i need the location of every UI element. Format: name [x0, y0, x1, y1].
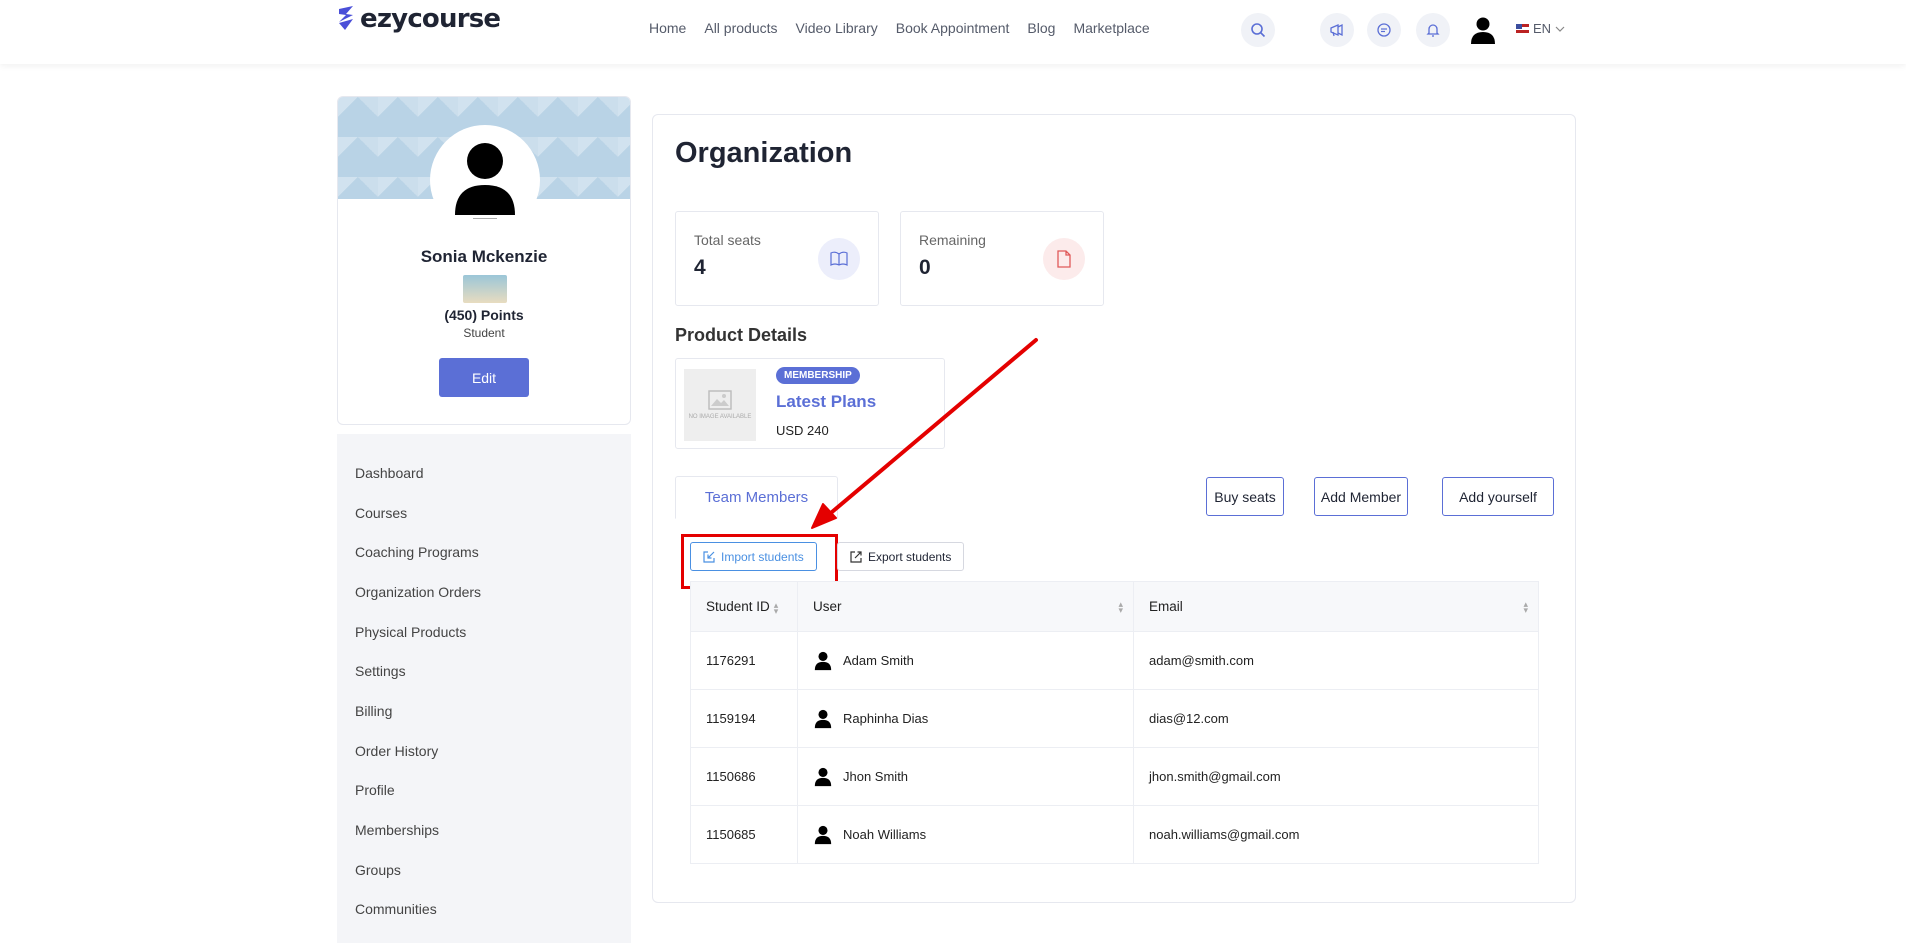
product-price: USD 240 [776, 423, 829, 438]
cell-student-id: 1159194 [690, 689, 798, 748]
logo-text: ezycourse [360, 4, 501, 34]
sidebar-item-physical-products[interactable]: Physical Products [337, 612, 631, 652]
column-header-user[interactable]: User ▴ ▾ [797, 581, 1134, 632]
sidebar-item-memberships[interactable]: Memberships [337, 810, 631, 850]
add-member-button[interactable]: Add Member [1314, 477, 1408, 516]
language-selector[interactable]: EN [1516, 21, 1565, 36]
cell-student-id: 1176291 [690, 631, 798, 690]
cell-user: Noah Williams [797, 805, 1134, 864]
column-header-email[interactable]: Email ▴ ▾ [1133, 581, 1539, 632]
book-icon [818, 238, 860, 280]
column-header-student-id[interactable]: Student ID ▴ ▾ [690, 581, 798, 632]
sort-icon[interactable]: ▴ ▾ [1118, 600, 1123, 615]
tab-team-members[interactable]: Team Members [675, 476, 838, 519]
cell-student-id: 1150686 [690, 747, 798, 806]
stat-label: Remaining [919, 232, 986, 248]
badge-image [463, 275, 507, 303]
product-image-placeholder: NO IMAGE AVAILABLE [684, 369, 756, 441]
nav-all-products[interactable]: All products [704, 20, 777, 36]
table-row: 1159194 Raphinha Dias dias@12.com [690, 689, 1539, 748]
file-icon [1043, 238, 1085, 280]
nav-blog[interactable]: Blog [1027, 20, 1055, 36]
table-row: 1176291 Adam Smith adam@smith.com [690, 631, 1539, 690]
user-avatar-icon [814, 651, 832, 670]
cell-student-id: 1150685 [690, 805, 798, 864]
sidebar-item-order-history[interactable]: Order History [337, 731, 631, 771]
profile-name: Sonia Mckenzie [420, 247, 548, 266]
team-members-table: Student ID ▴ ▾ User ▴ ▾ Email ▴ ▾ 1176291 Adam… [690, 581, 1539, 864]
nav-home[interactable]: Home [649, 20, 686, 36]
membership-badge: MEMBERSHIP [776, 367, 860, 384]
add-yourself-button[interactable]: Add yourself [1442, 477, 1554, 516]
search-icon[interactable] [1241, 13, 1275, 47]
chevron-down-icon [1555, 26, 1565, 32]
bell-icon[interactable] [1416, 13, 1450, 47]
sidebar-item-settings[interactable]: Settings [337, 651, 631, 691]
cell-user: Raphinha Dias [797, 689, 1134, 748]
top-header: ezycourse Home All products Video Librar… [0, 0, 1906, 64]
export-students-button[interactable]: Export students [837, 542, 965, 571]
user-avatar-icon [814, 767, 832, 786]
language-label: EN [1533, 21, 1552, 36]
us-flag-icon [1516, 24, 1529, 33]
profile-card: Sonia Mckenzie (450) Points Student Edit [337, 96, 631, 425]
user-avatar-icon [814, 825, 832, 844]
sidebar-item-billing[interactable]: Billing [337, 691, 631, 731]
cell-email: adam@smith.com [1133, 631, 1539, 690]
product-name[interactable]: Latest Plans [776, 392, 876, 412]
nav-marketplace[interactable]: Marketplace [1073, 20, 1149, 36]
nav-video-library[interactable]: Video Library [796, 20, 878, 36]
user-avatar-icon[interactable] [1466, 13, 1500, 47]
sidebar-item-coaching-programs[interactable]: Coaching Programs [337, 532, 631, 572]
sidebar-item-courses[interactable]: Courses [337, 493, 631, 533]
import-icon [703, 550, 715, 563]
buy-seats-button[interactable]: Buy seats [1206, 477, 1284, 516]
export-icon [850, 550, 862, 563]
chat-icon[interactable] [1367, 13, 1401, 47]
import-students-button[interactable]: Import students [690, 542, 817, 571]
stat-value: 4 [694, 256, 706, 279]
table-header-row: Student ID ▴ ▾ User ▴ ▾ Email ▴ ▾ [690, 581, 1539, 632]
sidebar-item-groups[interactable]: Groups [337, 850, 631, 890]
profile-role: Student [463, 326, 505, 340]
organization-panel: Organization Total seats 4 Remaining 0 P… [652, 114, 1576, 903]
sort-icon[interactable]: ▴ ▾ [1523, 600, 1528, 615]
sort-icon[interactable]: ▴ ▾ [774, 601, 779, 616]
image-icon [708, 390, 732, 410]
cell-user: Jhon Smith [797, 747, 1134, 806]
stat-label: Total seats [694, 232, 761, 248]
main-nav: Home All products Video Library Book App… [649, 20, 1150, 36]
cell-email: noah.williams@gmail.com [1133, 805, 1539, 864]
product-details-title: Product Details [675, 325, 808, 345]
product-card[interactable]: NO IMAGE AVAILABLE MEMBERSHIP Latest Pla… [675, 358, 945, 449]
stat-value: 0 [919, 256, 931, 279]
cell-email: dias@12.com [1133, 689, 1539, 748]
nav-book-appointment[interactable]: Book Appointment [896, 20, 1010, 36]
stat-remaining: Remaining 0 [900, 211, 1104, 306]
table-row: 1150685 Noah Williams noah.williams@gmai… [690, 805, 1539, 864]
edit-profile-button[interactable]: Edit [439, 358, 529, 397]
sidebar-item-organization-orders[interactable]: Organization Orders [337, 572, 631, 612]
table-row: 1150686 Jhon Smith jhon.smith@gmail.com [690, 747, 1539, 806]
megaphone-icon[interactable] [1320, 13, 1354, 47]
logo-mark-icon [339, 6, 353, 30]
logo[interactable]: ezycourse [336, 4, 501, 34]
sidebar-item-communities[interactable]: Communities [337, 890, 631, 930]
profile-points: (450) Points [444, 307, 524, 323]
cell-user: Adam Smith [797, 631, 1134, 690]
sidebar-item-dashboard[interactable]: Dashboard [337, 453, 631, 493]
cell-email: jhon.smith@gmail.com [1133, 747, 1539, 806]
profile-avatar-icon [430, 125, 540, 235]
sidebar-item-profile[interactable]: Profile [337, 771, 631, 811]
sidebar-menu: Dashboard Courses Coaching Programs Orga… [337, 434, 631, 943]
page-title: Organization [675, 137, 853, 169]
user-avatar-icon [814, 709, 832, 728]
stat-total-seats: Total seats 4 [675, 211, 879, 306]
